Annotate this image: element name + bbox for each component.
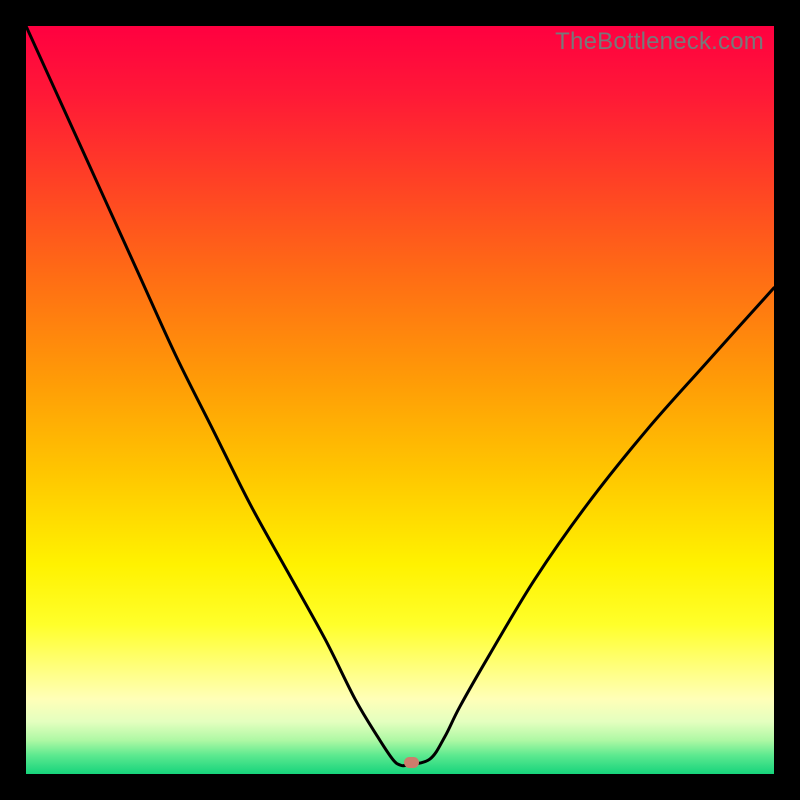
chart-frame: TheBottleneck.com: [0, 0, 800, 800]
gradient-background: [26, 26, 774, 774]
plot-area: TheBottleneck.com: [26, 26, 774, 774]
